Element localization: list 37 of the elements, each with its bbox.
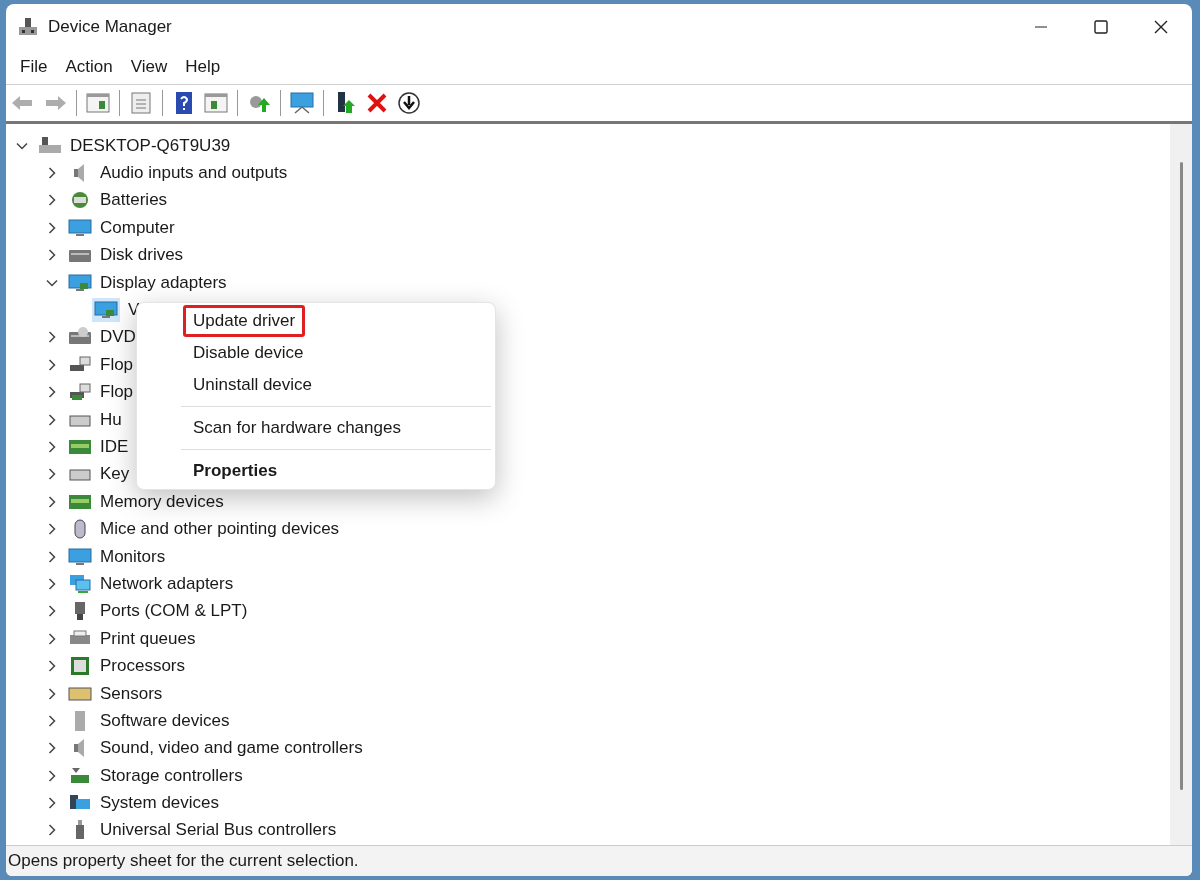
tree-item[interactable]: Ports (COM & LPT): [100, 601, 248, 622]
tree-item[interactable]: Key: [100, 464, 130, 485]
tree-item[interactable]: Processors: [100, 656, 186, 677]
tree-item[interactable]: V: [128, 300, 140, 321]
menu-item[interactable]: Update driver: [183, 305, 306, 337]
tree-item[interactable]: System devices: [100, 793, 220, 814]
tree-item[interactable]: Storage controllers: [100, 765, 243, 786]
tree-item[interactable]: Mice and other pointing devices: [100, 519, 340, 540]
tree-item[interactable]: Software devices: [100, 710, 230, 731]
tree-item[interactable]: Memory devices: [100, 491, 224, 512]
tree-item[interactable]: Print queues: [100, 628, 196, 649]
tree-item[interactable]: IDE: [100, 437, 129, 457]
menu-item[interactable]: Scan for hardware changes: [183, 412, 411, 444]
menu-item[interactable]: View: [124, 55, 174, 79]
menu-item[interactable]: Properties: [183, 455, 288, 487]
menu-item[interactable]: File: [14, 55, 54, 79]
tree-item[interactable]: Disk drives: [100, 245, 184, 266]
tree-item[interactable]: Flop: [100, 354, 134, 375]
menu-item[interactable]: Action: [59, 55, 119, 79]
tree-item[interactable]: Audio inputs and outputs: [100, 163, 288, 184]
tree-item[interactable]: Hu: [100, 409, 122, 430]
tree-item[interactable]: Sound, video and game controllers: [100, 738, 363, 759]
tree-item[interactable]: Universal Serial Bus controllers: [100, 820, 337, 841]
tree-item[interactable]: DVD: [100, 327, 136, 348]
tree-item[interactable]: Computer: [100, 217, 175, 238]
tree-item[interactable]: Network adapters: [100, 573, 234, 594]
tree-item[interactable]: Display adapters: [100, 272, 227, 293]
tree-item[interactable]: Monitors: [100, 546, 166, 567]
menu-item[interactable]: Help: [179, 55, 227, 79]
tree-item[interactable]: Sensors: [100, 683, 163, 704]
menu-item[interactable]: Uninstall device: [183, 369, 323, 401]
status-text: Opens property sheet for the current selection.: [6, 846, 1192, 876]
tree-item[interactable]: Flop: [100, 382, 134, 403]
menu-item[interactable]: Disable device: [183, 337, 314, 369]
window-title: Device Manager: [48, 17, 172, 37]
tree-item[interactable]: DESKTOP-Q6T9U39: [70, 135, 231, 156]
tree-item[interactable]: Batteries: [100, 190, 168, 211]
